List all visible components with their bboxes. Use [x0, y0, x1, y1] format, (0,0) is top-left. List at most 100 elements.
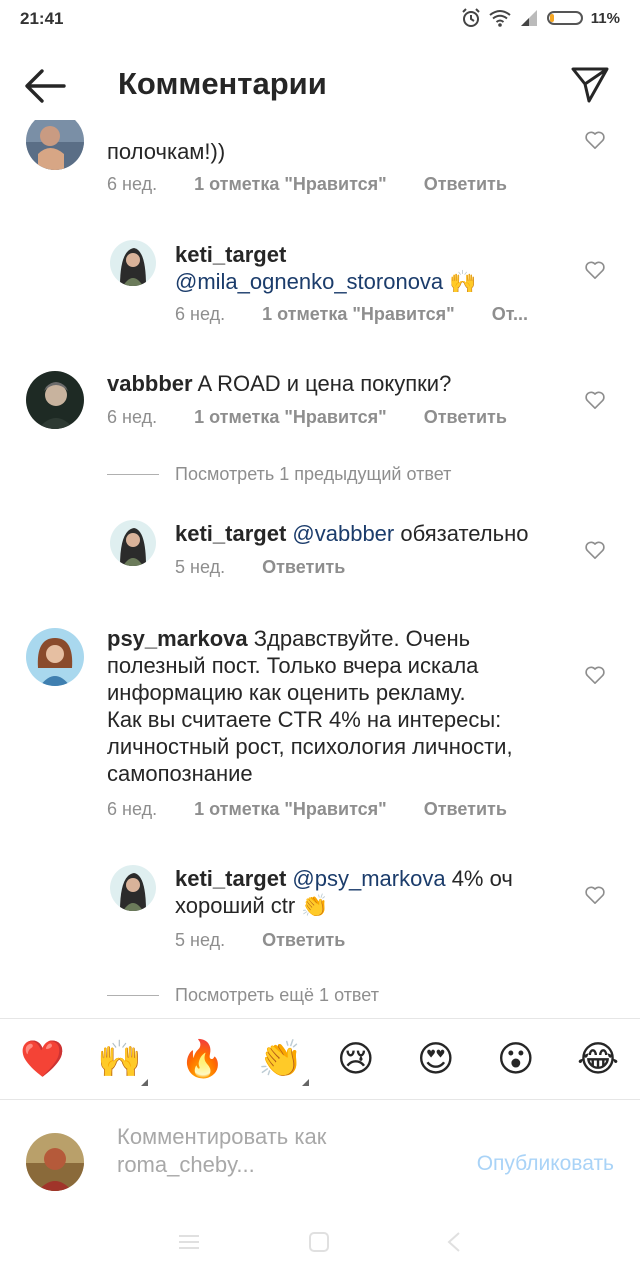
comment-input[interactable]: Комментировать как roma_cheby...	[117, 1123, 437, 1179]
comment-text: psy_markova Здравствуйте. Очень полезный…	[107, 625, 513, 787]
emoji-sad[interactable]: 😢	[337, 1037, 375, 1081]
comment-username[interactable]: psy_markova	[107, 626, 248, 651]
emoji-quick-bar: ❤️ 🙌 🔥 👏 😢 😍 😮 😂	[0, 1018, 640, 1100]
comment-time: 6 нед.	[107, 174, 158, 194]
comment-text: keti_target @psy_markova 4% оч хороший c…	[175, 865, 513, 919]
system-nav-bar	[0, 1219, 640, 1280]
heart-icon[interactable]	[584, 665, 606, 685]
comment-body-line: личностный рост, психология личности,	[107, 734, 513, 759]
comment-item: vabbber A ROAD и цена покупки? 6 нед. 1 …	[0, 368, 640, 448]
signal-icon	[520, 10, 537, 26]
comment-likes[interactable]: 1 отметка "Нравится"	[194, 799, 387, 820]
comment-item: полочкам!)) 6 нед. 1 отметка "Нравится" …	[0, 120, 640, 230]
comment-likes[interactable]: 1 отметка "Нравится"	[194, 174, 387, 195]
comment-username[interactable]: keti_target	[175, 521, 286, 546]
comment-item: psy_markova Здравствуйте. Очень полезный…	[0, 625, 640, 825]
view-replies-text[interactable]: Посмотреть 1 предыдущий ответ	[175, 464, 451, 485]
avatar[interactable]	[26, 120, 84, 170]
comment-body-line: информацию как оценить рекламу.	[107, 680, 466, 705]
comment-username[interactable]: keti_target	[175, 866, 286, 891]
input-placeholder-user: roma_cheby...	[117, 1152, 255, 1177]
status-icons: 11%	[461, 8, 620, 28]
comment-body: обязательно	[394, 521, 529, 546]
battery-percent: 11%	[590, 9, 620, 27]
comment-meta: 6 нед. 1 отметка "Нравится" Ответить	[107, 174, 507, 195]
send-icon[interactable]	[570, 64, 610, 104]
emoji-clapping[interactable]: 👏	[258, 1037, 303, 1081]
view-replies-text[interactable]: Посмотреть ещё 1 ответ	[175, 985, 379, 1006]
avatar[interactable]	[110, 865, 156, 911]
divider	[107, 474, 159, 475]
menu-icon[interactable]	[178, 1233, 200, 1251]
heart-icon[interactable]	[584, 540, 606, 560]
reply-button[interactable]: От...	[492, 304, 528, 325]
emoji-raising-hands[interactable]: 🙌	[97, 1037, 142, 1081]
comment-meta: 6 нед. 1 отметка "Нравится" Ответить	[107, 799, 507, 820]
reply-button[interactable]: Ответить	[424, 407, 507, 428]
comment-text: keti_target @vabbber обязательно	[175, 520, 528, 547]
reply-button[interactable]: Ответить	[262, 930, 345, 951]
reply-item: keti_target @vabbber обязательно 5 нед. …	[0, 518, 640, 598]
reply-button[interactable]: Ответить	[262, 557, 345, 578]
comment-text: vabbber A ROAD и цена покупки?	[107, 370, 451, 397]
heart-icon[interactable]	[584, 390, 606, 410]
comment-meta: 5 нед. Ответить	[175, 930, 345, 951]
emoji-laughing[interactable]: 😂	[577, 1037, 619, 1081]
avatar[interactable]	[110, 520, 156, 566]
alarm-icon	[462, 8, 480, 27]
comment-body-line: полезный пост. Только вчера искала	[107, 653, 479, 678]
comment-time: 6 нед.	[175, 304, 226, 324]
view-more-replies[interactable]: Посмотреть ещё 1 ответ	[107, 985, 379, 1006]
heart-icon[interactable]	[584, 885, 606, 905]
wifi-icon	[489, 10, 511, 27]
comment-body-line: хороший ctr 👏	[175, 893, 329, 918]
emoji-heart-eyes[interactable]: 😍	[417, 1037, 455, 1081]
comments-list: полочкам!)) 6 нед. 1 отметка "Нравится" …	[0, 120, 640, 1018]
emoji-heart[interactable]: ❤️	[20, 1037, 65, 1081]
comment-text: полочкам!))	[107, 139, 226, 164]
reply-item: keti_target @psy_markova 4% оч хороший c…	[0, 863, 640, 963]
comment-meta: 6 нед. 1 отметка "Нравится" От...	[175, 304, 528, 325]
avatar[interactable]	[26, 628, 84, 686]
status-bar: 21:41 11%	[0, 0, 640, 40]
comment-mention[interactable]: @mila_ognenko_storonova	[175, 269, 443, 294]
home-icon[interactable]	[308, 1231, 330, 1253]
comment-mention[interactable]: @psy_markova	[292, 866, 445, 891]
comment-time: 5 нед.	[175, 557, 226, 577]
avatar[interactable]	[110, 240, 156, 286]
heart-icon[interactable]	[584, 260, 606, 280]
comment-likes[interactable]: 1 отметка "Нравится"	[194, 407, 387, 428]
comment-body-line: самопознание	[107, 761, 253, 786]
page-title: Комментарии	[118, 66, 327, 101]
comment-time: 5 нед.	[175, 930, 226, 950]
comment-username[interactable]: vabbber	[107, 371, 193, 396]
comment-body: A ROAD и цена покупки?	[192, 371, 452, 396]
current-user-avatar	[26, 1133, 84, 1191]
comment-body: 4% оч	[445, 866, 513, 891]
input-placeholder: Комментировать как	[117, 1124, 327, 1149]
reply-button[interactable]: Ответить	[424, 799, 507, 820]
comment-composer: Комментировать как roma_cheby... Опублик…	[0, 1099, 640, 1219]
skin-tone-indicator	[302, 1079, 309, 1086]
comment-body-line: Как вы считаете CTR 4% на интересы:	[107, 707, 502, 732]
emoji-surprised[interactable]: 😮	[497, 1037, 535, 1081]
back-nav-icon[interactable]	[446, 1231, 462, 1253]
header: Комментарии	[0, 40, 640, 130]
comment-text: keti_target @mila_ognenko_storonova 🙌	[175, 241, 477, 295]
reply-item: keti_target @mila_ognenko_storonova 🙌 6 …	[0, 238, 640, 338]
comment-meta: 5 нед. Ответить	[175, 557, 345, 578]
publish-button[interactable]: Опубликовать	[477, 1152, 614, 1176]
comment-username[interactable]: keti_target	[175, 242, 286, 267]
back-arrow-icon[interactable]	[22, 66, 68, 106]
heart-icon[interactable]	[584, 130, 606, 150]
view-previous-replies[interactable]: Посмотреть 1 предыдущий ответ	[107, 464, 451, 485]
comment-meta: 6 нед. 1 отметка "Нравится" Ответить	[107, 407, 507, 428]
emoji-fire[interactable]: 🔥	[180, 1037, 225, 1081]
comment-body-line: Здравствуйте. Очень	[247, 626, 471, 651]
reply-button[interactable]: Ответить	[424, 174, 507, 195]
avatar[interactable]	[26, 371, 84, 429]
comment-likes[interactable]: 1 отметка "Нравится"	[262, 304, 455, 325]
comment-body: 🙌	[443, 269, 477, 294]
divider	[107, 995, 159, 996]
comment-mention[interactable]: @vabbber	[292, 521, 394, 546]
